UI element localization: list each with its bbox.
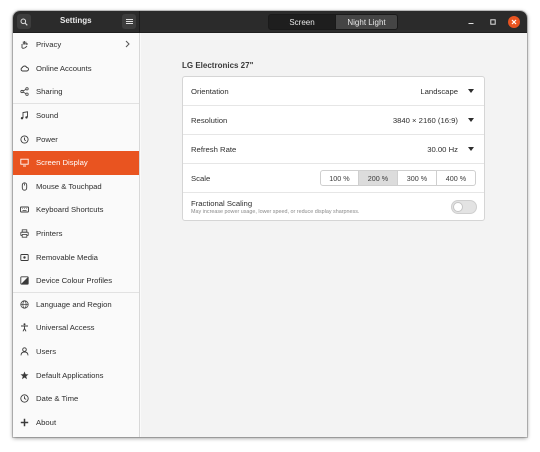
scale-label: Scale [191,174,211,183]
sidebar-item-label: Users [36,347,57,357]
maximize-button[interactable] [487,16,499,28]
minimize-button[interactable] [465,16,477,28]
monitor-icon [20,158,29,167]
fractional-scaling-description: May increase power usage, lower speed, o… [191,209,360,215]
sidebar-item-label: About [36,417,57,427]
music-note-icon [20,111,29,120]
resolution-row[interactable]: Resolution 3840 × 2160 (16:9) [183,106,484,135]
media-icon [20,253,29,262]
scale-selector: 100 % 200 % 300 % 400 % [320,170,476,186]
chevron-down-icon [468,147,474,151]
user-icon [20,347,29,356]
sidebar-item-about[interactable]: About [13,411,139,435]
sidebar-item-label: Screen Display [36,158,88,168]
menu-button[interactable] [122,14,136,29]
display-settings-page: LG Electronics 27" Orientation Landscape… [141,33,527,437]
fractional-scaling-row: Fractional Scaling May increase power us… [183,193,484,222]
maximize-icon [490,19,496,25]
sidebar-item-printers[interactable]: Printers [13,222,139,246]
sidebar-item-users[interactable]: Users [13,340,139,364]
tab-screen-display[interactable]: Screen Display [268,14,336,43]
orientation-label: Orientation [191,87,229,96]
sidebar-item-label: Mouse & Touchpad [36,181,102,191]
scale-row: Scale 100 % 200 % 300 % 400 % [183,164,484,193]
sidebar-item-device-colour-profiles[interactable]: Device Colour Profiles [13,269,139,293]
sidebar-item-sound[interactable]: Sound [13,104,139,128]
sidebar-item-online-accounts[interactable]: Online Accounts [13,57,139,81]
sidebar-item-label: Power [36,134,58,144]
keyboard-icon [20,205,29,214]
orientation-dropdown[interactable]: Landscape [420,87,458,96]
accessibility-icon [20,323,29,332]
clock-icon [20,394,29,403]
mouse-icon [20,182,29,191]
resolution-label: Resolution [191,116,228,125]
sidebar-item-default-applications[interactable]: Default Applications [13,363,139,387]
close-button[interactable] [508,16,520,28]
sidebar-item-label: Keyboard Shortcuts [36,205,104,215]
globe-icon [20,300,29,309]
chevron-down-icon [468,118,474,122]
printer-icon [20,229,29,238]
orientation-row[interactable]: Orientation Landscape [183,77,484,106]
header-bar: Settings Screen Display Night Light [13,11,527,43]
display-settings-list: Orientation Landscape Resolution 3840 × … [182,76,485,221]
refresh-rate-label: Refresh Rate [191,145,237,154]
sidebar-item-keyboard-shortcuts[interactable]: Keyboard Shortcuts [13,198,139,222]
hand-icon [20,40,29,49]
sidebar-item-language-region[interactable]: Language and Region [13,293,139,317]
refresh-rate-row[interactable]: Refresh Rate 30.00 Hz [183,135,484,164]
sidebar-item-label: Printers [36,229,63,239]
sidebar-item-power[interactable]: Power [13,127,139,151]
power-icon [20,135,29,144]
minimize-icon [468,23,474,24]
fractional-scaling-label: Fractional Scaling [191,199,253,208]
scale-option-200[interactable]: 200 % [359,170,398,186]
sidebar-item-date-time[interactable]: Date & Time [13,387,139,411]
chevron-down-icon [468,89,474,93]
sidebar-item-label: Device Colour Profiles [36,275,113,285]
refresh-rate-dropdown[interactable]: 30.00 Hz [427,145,458,154]
sidebar-item-screen-display[interactable]: Screen Display [13,150,139,175]
search-button[interactable] [17,14,31,29]
sidebar: Privacy Online Accounts Sharing Sound Po… [13,33,140,437]
hamburger-icon [125,19,133,24]
color-profile-icon [20,276,29,285]
sidebar-item-label: Language and Region [36,299,112,309]
cloud-icon [20,64,29,73]
sidebar-item-label: Sound [36,111,59,121]
plus-icon [20,418,29,427]
sidebar-item-sharing[interactable]: Sharing [13,80,139,104]
sidebar-item-label: Privacy [36,40,62,50]
sidebar-item-mouse-touchpad[interactable]: Mouse & Touchpad [13,175,139,199]
sidebar-header: Settings [13,11,140,33]
sidebar-item-privacy[interactable]: Privacy [13,33,139,57]
star-icon [20,371,29,380]
app-title: Settings [60,16,92,25]
sidebar-item-removable-media[interactable]: Removable Media [13,245,139,269]
sidebar-item-universal-access[interactable]: Universal Access [13,316,139,340]
settings-window: Settings Screen Display Night Light [13,11,527,437]
sidebar-item-label: Online Accounts [36,63,92,73]
sidebar-item-label: Default Applications [36,370,104,380]
share-icon [20,87,29,96]
monitor-name: LG Electronics 27" [182,61,254,70]
resolution-dropdown[interactable]: 3840 × 2160 (16:9) [393,116,458,125]
fractional-scaling-toggle[interactable] [451,200,477,214]
toggle-knob [453,202,463,212]
scale-option-100[interactable]: 100 % [320,170,359,186]
search-icon [20,18,28,26]
scale-option-400[interactable]: 400 % [437,170,476,186]
tab-night-light[interactable]: Night Light [336,14,398,30]
sidebar-item-label: Universal Access [36,323,95,333]
sidebar-item-label: Sharing [36,86,63,96]
chevron-right-icon [125,40,130,48]
sidebar-item-label: Removable Media [36,252,98,262]
close-icon [511,19,517,25]
view-switcher: Screen Display Night Light [268,14,398,43]
sidebar-item-label: Date & Time [36,394,79,404]
scale-option-300[interactable]: 300 % [398,170,437,186]
